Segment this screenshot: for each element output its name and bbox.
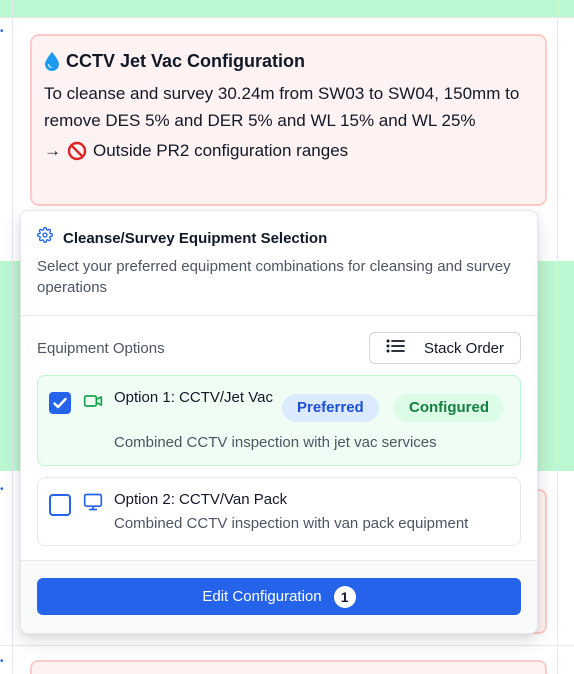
column-divider [557,0,558,674]
panel-body: Equipment Options Stack Order Option 1: … [21,316,537,562]
option-2-checkbox[interactable] [49,494,71,516]
card-title-row: CCTV Jet Vac Configuration [44,48,533,74]
background-card [30,660,547,674]
edit-configuration-label: Edit Configuration [202,588,322,605]
configuration-count-badge: 1 [333,585,356,608]
cut-off-link-glyph: • [0,26,4,37]
equipment-selection-panel: Cleanse/Survey Equipment Selection Selec… [20,210,538,634]
card-title: CCTV Jet Vac Configuration [66,51,306,71]
option-1-checkbox[interactable] [49,392,71,414]
table-row-highlight [0,0,574,17]
panel-title: Cleanse/Survey Equipment Selection [63,229,328,247]
edit-configuration-button[interactable]: Edit Configuration 1 [37,578,521,615]
options-header: Equipment Options Stack Order [37,332,521,364]
options-label: Equipment Options [37,339,165,357]
panel-footer: Edit Configuration 1 [21,560,537,633]
status-text: Outside PR2 configuration ranges [93,141,349,160]
column-divider [12,0,13,674]
preferred-badge: Preferred [282,394,379,422]
configured-badge: Configured [394,394,504,422]
panel-title-row: Cleanse/Survey Equipment Selection [37,227,521,250]
card-status: → Outside PR2 configuration ranges [44,138,533,164]
row-divider [0,645,574,646]
equipment-option-1[interactable]: Option 1: CCTV/Jet Vac Preferred Configu… [37,375,521,466]
option-2-description: Combined CCTV inspection with van pack e… [114,515,469,532]
monitor-icon [82,492,104,517]
panel-subtitle: Select your preferred equipment combinat… [37,258,511,296]
cut-off-link-glyph: • [0,484,4,495]
option-1-name: Option 1: CCTV/Jet Vac [114,389,273,406]
video-camera-icon [82,391,104,416]
cut-off-link-glyph: • [0,656,4,667]
arrow-glyph: → [44,141,61,160]
droplet-icon [44,51,60,71]
option-2-name: Option 2: CCTV/Van Pack [114,491,288,508]
stack-order-button[interactable]: Stack Order [368,332,521,364]
stack-order-label: Stack Order [423,339,504,357]
equipment-option-2[interactable]: Option 2: CCTV/Van Pack Combined CCTV in… [37,477,521,546]
list-icon [386,338,406,358]
prohibited-icon [67,141,87,161]
row-divider [0,17,574,18]
option-1-description: Combined CCTV inspection with jet vac se… [114,434,437,451]
cctv-configuration-card[interactable]: CCTV Jet Vac Configuration To cleanse an… [30,34,547,206]
card-description: To cleanse and survey 30.24m from SW03 t… [44,84,520,130]
gear-icon [37,227,53,250]
panel-header: Cleanse/Survey Equipment Selection Selec… [21,211,537,316]
